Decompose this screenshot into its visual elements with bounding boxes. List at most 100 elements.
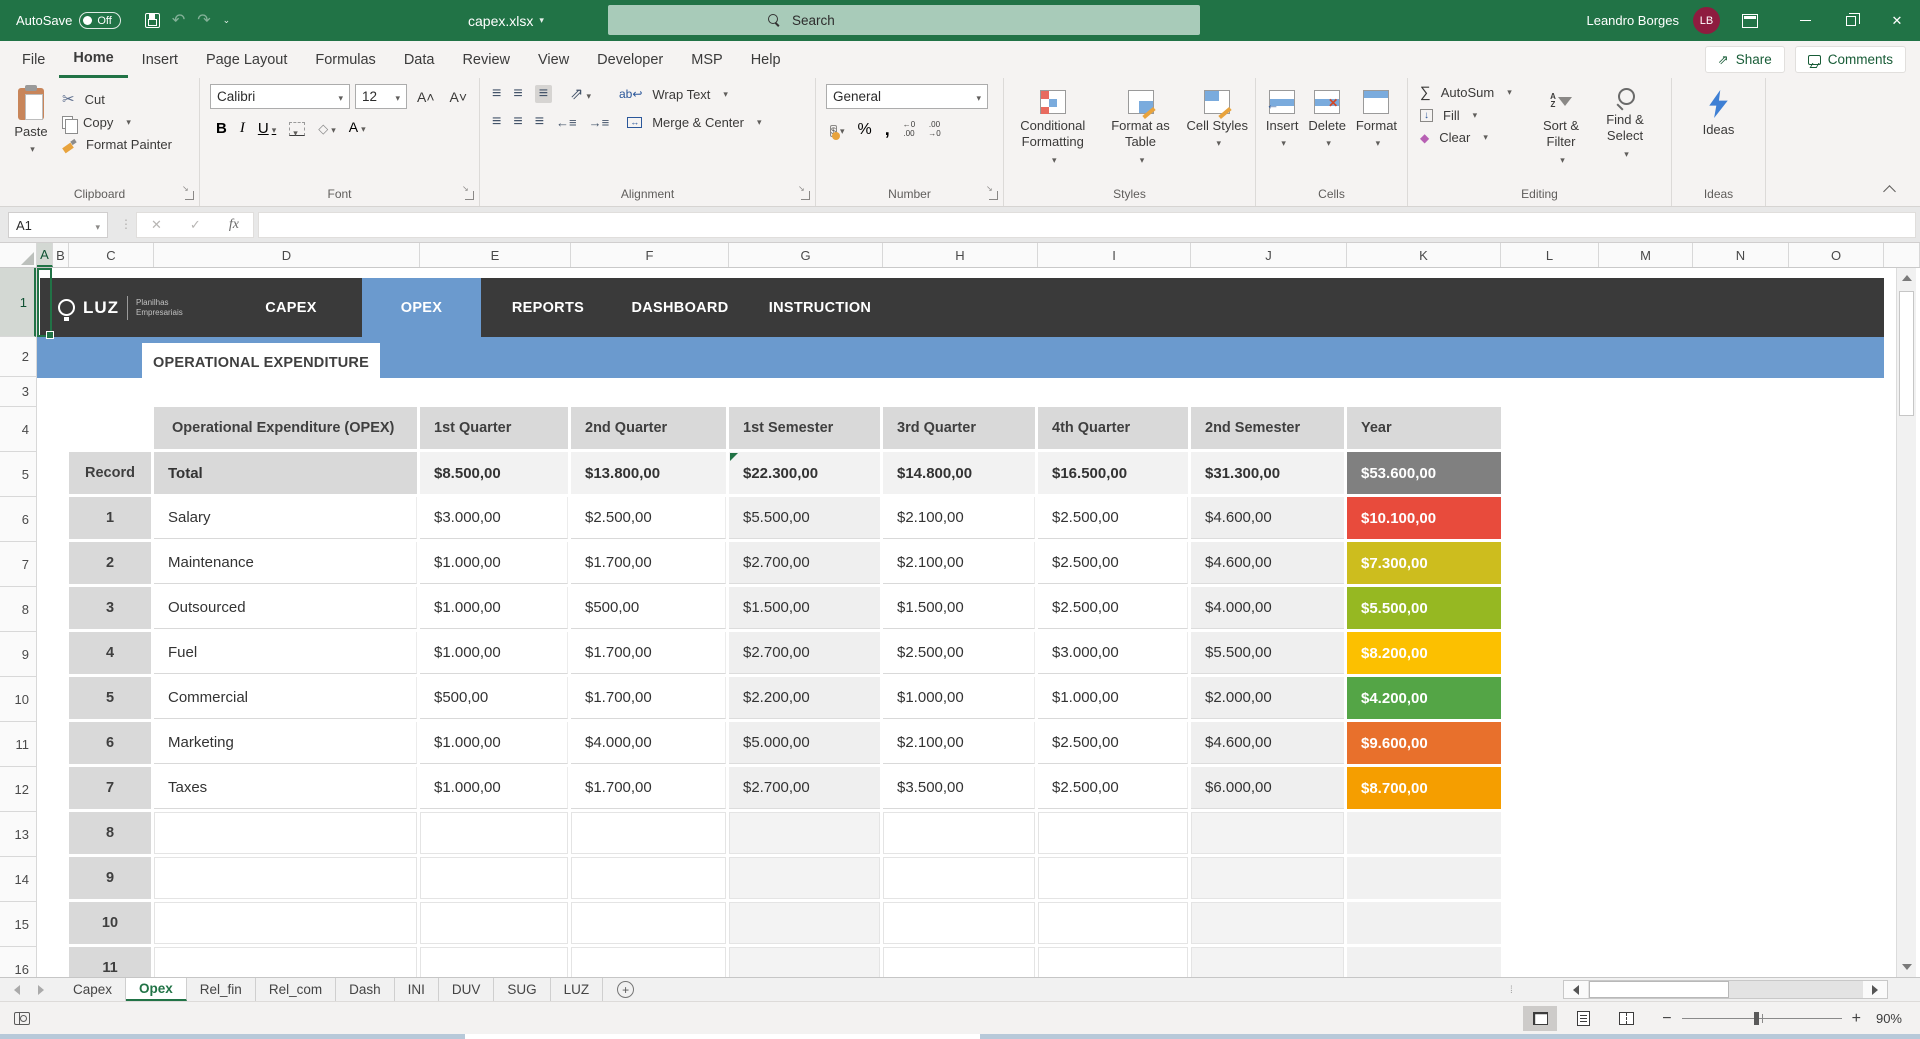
row-header-2[interactable]: 2 <box>0 337 36 377</box>
value-cell[interactable]: $8.500,00 <box>420 452 568 494</box>
value-cell[interactable]: $500,00 <box>571 587 726 629</box>
value-cell[interactable]: $31.300,00 <box>1191 452 1344 494</box>
item-label-cell[interactable]: Marketing <box>154 722 417 764</box>
value-cell[interactable]: $1.500,00 <box>729 587 880 629</box>
empty-cell[interactable] <box>154 857 417 899</box>
row-header-9[interactable]: 9 <box>0 632 36 677</box>
year-value-cell[interactable]: $5.500,00 <box>1347 587 1501 629</box>
search-input[interactable]: Search <box>608 5 1200 35</box>
restore-button[interactable] <box>1828 0 1874 41</box>
undo-icon[interactable]: ↶ <box>172 13 185 29</box>
next-sheet-icon[interactable] <box>38 985 44 995</box>
value-cell[interactable]: $4.600,00 <box>1191 722 1344 764</box>
item-label-cell[interactable]: Total <box>154 452 417 494</box>
zoom-in-icon[interactable]: + <box>1852 1010 1861 1028</box>
year-value-cell[interactable]: $7.300,00 <box>1347 542 1501 584</box>
empty-cell[interactable] <box>883 947 1035 977</box>
font-dialog-launcher-icon[interactable] <box>465 191 474 200</box>
increase-indent-icon[interactable]: →≡ <box>589 116 610 129</box>
empty-cell[interactable] <box>571 947 726 977</box>
value-cell[interactable]: $500,00 <box>420 677 568 719</box>
empty-cell[interactable] <box>571 902 726 944</box>
name-box[interactable]: A1 <box>8 212 108 238</box>
empty-cell[interactable] <box>154 947 417 977</box>
empty-cell[interactable] <box>883 902 1035 944</box>
year-value-cell[interactable]: $9.600,00 <box>1347 722 1501 764</box>
value-cell[interactable]: $2.700,00 <box>729 767 880 809</box>
row-header-12[interactable]: 12 <box>0 767 36 812</box>
sheet-tab-sug[interactable]: SUG <box>494 978 550 1001</box>
share-button[interactable]: ⇗Share <box>1705 46 1785 73</box>
item-label-cell[interactable]: Maintenance <box>154 542 417 584</box>
row-header-4[interactable]: 4 <box>0 407 36 452</box>
ribbon-tab-view[interactable]: View <box>524 41 583 78</box>
horizontal-scrollbar[interactable] <box>1563 980 1888 999</box>
document-title[interactable]: capex.xlsx ▾ <box>468 0 544 41</box>
record-cell[interactable]: 10 <box>69 902 151 944</box>
row-header-1[interactable]: 1 <box>0 268 36 337</box>
page-break-view-button[interactable] <box>1609 1006 1643 1031</box>
record-cell[interactable]: 11 <box>69 947 151 977</box>
value-cell[interactable]: $5.500,00 <box>1191 632 1344 674</box>
record-cell[interactable]: 5 <box>69 677 151 719</box>
value-cell[interactable]: $4.000,00 <box>1191 587 1344 629</box>
tab-overflow-icon[interactable]: ⁞ <box>1510 985 1514 996</box>
value-cell[interactable]: $2.500,00 <box>1038 542 1188 584</box>
ribbon-tab-help[interactable]: Help <box>737 41 795 78</box>
value-cell[interactable]: $4.600,00 <box>1191 542 1344 584</box>
empty-cell[interactable] <box>154 902 417 944</box>
value-cell[interactable]: $1.000,00 <box>420 632 568 674</box>
item-label-cell[interactable]: Fuel <box>154 632 417 674</box>
zoom-slider[interactable] <box>1682 1018 1842 1019</box>
sheet-tab-duv[interactable]: DUV <box>439 978 495 1001</box>
value-cell[interactable]: $2.200,00 <box>729 677 880 719</box>
column-header-F[interactable]: F <box>571 243 729 267</box>
comments-button[interactable]: Comments <box>1795 46 1906 73</box>
row-header-11[interactable]: 11 <box>0 722 36 767</box>
sheet-tab-capex[interactable]: Capex <box>60 978 126 1001</box>
cut-button[interactable]: ✂Cut <box>62 90 172 108</box>
empty-cell[interactable] <box>1191 812 1344 854</box>
comma-style-button[interactable]: , <box>885 119 890 140</box>
column-header-G[interactable]: G <box>729 243 883 267</box>
column-header-E[interactable]: E <box>420 243 571 267</box>
empty-cell[interactable] <box>729 812 880 854</box>
item-label-cell[interactable]: Taxes <box>154 767 417 809</box>
empty-cell[interactable] <box>883 812 1035 854</box>
column-header-K[interactable]: K <box>1347 243 1501 267</box>
fill-color-button[interactable]: ◇ <box>318 120 336 138</box>
underline-button[interactable]: U <box>258 120 276 137</box>
value-cell[interactable]: $2.500,00 <box>1038 497 1188 539</box>
empty-cell[interactable] <box>1038 902 1188 944</box>
row-header-6[interactable]: 6 <box>0 497 36 542</box>
value-cell[interactable]: $2.500,00 <box>883 632 1035 674</box>
banner-tab-instruction[interactable]: INSTRUCTION <box>745 278 895 337</box>
value-cell[interactable]: $1.700,00 <box>571 542 726 584</box>
ribbon-tab-review[interactable]: Review <box>448 41 524 78</box>
wrap-text-button[interactable]: ab↩Wrap Text <box>619 87 728 102</box>
record-cell[interactable]: Record <box>69 452 151 494</box>
value-cell[interactable]: $3.500,00 <box>883 767 1035 809</box>
value-cell[interactable]: $1.700,00 <box>571 632 726 674</box>
orientation-button[interactable]: ⇗ <box>570 84 591 104</box>
empty-cell[interactable] <box>1191 902 1344 944</box>
column-header-C[interactable]: C <box>69 243 154 267</box>
borders-button[interactable] <box>289 122 305 136</box>
ribbon-tab-data[interactable]: Data <box>390 41 449 78</box>
banner-tab-reports[interactable]: REPORTS <box>481 278 615 337</box>
empty-year-cell[interactable] <box>1347 947 1501 977</box>
record-cell[interactable]: 6 <box>69 722 151 764</box>
scroll-left-icon[interactable] <box>1564 981 1588 998</box>
value-cell[interactable]: $2.500,00 <box>1038 587 1188 629</box>
empty-cell[interactable] <box>571 857 726 899</box>
sheet-tab-dash[interactable]: Dash <box>336 978 395 1001</box>
value-cell[interactable]: $1.000,00 <box>883 677 1035 719</box>
vertical-scroll-thumb[interactable] <box>1899 291 1914 416</box>
number-format-select[interactable]: General <box>826 84 988 109</box>
row-header-8[interactable]: 8 <box>0 587 36 632</box>
empty-cell[interactable] <box>420 857 568 899</box>
value-cell[interactable]: $2.100,00 <box>883 542 1035 584</box>
empty-cell[interactable] <box>1038 947 1188 977</box>
value-cell[interactable]: $1.000,00 <box>420 722 568 764</box>
empty-cell[interactable] <box>154 812 417 854</box>
